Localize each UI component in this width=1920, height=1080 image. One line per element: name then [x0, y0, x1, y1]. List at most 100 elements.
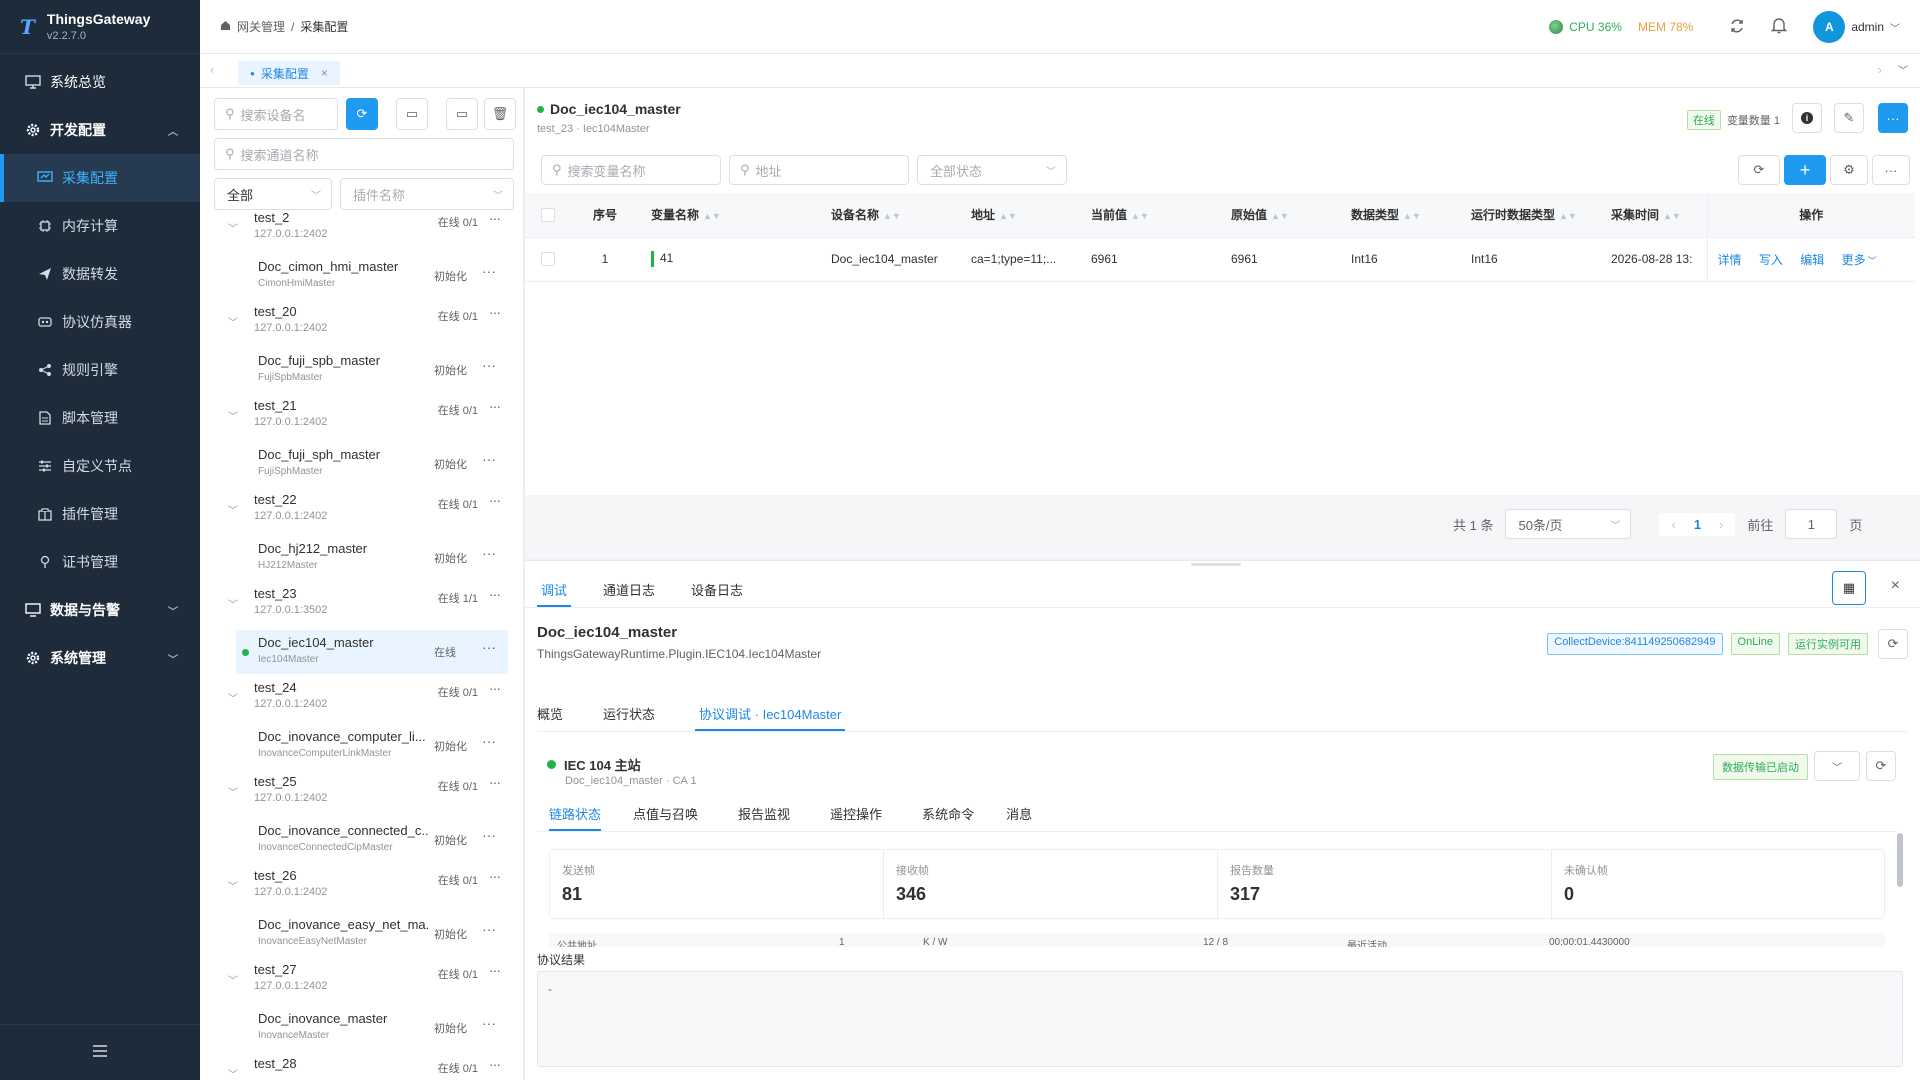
sidebar-item-plugin-manage[interactable]: 插件管理 [0, 490, 200, 538]
chevron-down-icon[interactable]: ﹀ [228, 784, 238, 799]
device-item[interactable]: Doc_cimon_hmi_master CimonHmiMaster 初始化 ··· [236, 254, 508, 298]
more-icon[interactable]: ··· [489, 398, 501, 414]
chevron-down-icon[interactable]: ﹀ [228, 596, 238, 611]
tab-channel-log[interactable]: 通道日志 [583, 571, 675, 607]
close-icon[interactable]: × [321, 66, 328, 80]
column-header[interactable]: 运行时数据类型 ▲▼ [1461, 193, 1601, 238]
edit-button[interactable]: ✎ [1834, 103, 1864, 133]
tab-link-status[interactable]: 链路状态 [537, 795, 613, 831]
sidebar-item-script-manage[interactable]: 脚本管理 [0, 394, 200, 442]
dropdown-button[interactable]: ﹀ [1814, 751, 1860, 781]
sidebar-item-protocol-simulator[interactable]: 协议仿真器 [0, 298, 200, 346]
address-input[interactable]: ⚲ 地址 [729, 155, 909, 185]
search-variable-input[interactable]: ⚲ 搜索变量名称 [541, 155, 721, 185]
tab-report-monitor[interactable]: 报告监视 [718, 795, 810, 831]
refresh-button[interactable]: ⟳ [346, 98, 378, 130]
add-variable-button[interactable]: + [1784, 155, 1826, 185]
app-logo[interactable]: T ThingsGateway v2.2.7.0 [0, 0, 200, 54]
channel-item[interactable]: ﹀ test_24 127.0.0.1:2402 在线 0/1 ··· [200, 678, 516, 724]
sidebar-group-system-manage[interactable]: 系统管理 ﹀ [0, 634, 200, 682]
channel-item[interactable]: ﹀ test_26 127.0.0.1:2402 在线 0/1 ··· [200, 866, 516, 912]
channel-item[interactable]: ﹀ test_25 127.0.0.1:2402 在线 0/1 ··· [200, 772, 516, 818]
column-header[interactable]: 采集时间 ▲▼ [1601, 193, 1707, 238]
more-icon[interactable]: ··· [482, 451, 496, 467]
refresh-button[interactable]: ⟳ [1738, 155, 1780, 185]
channel-item[interactable]: ﹀ test_2 127.0.0.1:2402 在线 0/1 ··· [200, 208, 516, 254]
tab-points[interactable]: 点值与召唤 [613, 795, 718, 831]
more-icon[interactable]: ··· [482, 1015, 496, 1031]
sidebar-group-dev-config[interactable]: 开发配置 ︿ [0, 106, 200, 154]
import-button[interactable]: ▭ [396, 98, 428, 130]
sidebar-group-data-alarm[interactable]: 数据与告警 ﹀ [0, 586, 200, 634]
sidebar-item-custom-node[interactable]: 自定义节点 [0, 442, 200, 490]
more-link[interactable]: 更多 [1842, 253, 1866, 267]
more-icon[interactable]: ··· [489, 586, 501, 602]
chevron-down-icon[interactable]: ﹀ [228, 972, 238, 987]
tab-collect-config[interactable]: ● 采集配置 × [238, 61, 340, 85]
device-item[interactable]: Doc_fuji_sph_master FujiSphMaster 初始化 ··· [236, 442, 508, 486]
chevron-down-icon[interactable]: ﹀ [228, 408, 238, 423]
goto-page-input[interactable]: 1 [1785, 509, 1838, 539]
plugin-filter-select[interactable]: 插件名称 ﹀ [340, 178, 514, 210]
more-icon[interactable]: ··· [489, 492, 501, 508]
device-item[interactable]: Doc_iec104_master Iec104Master 在线 ··· [236, 630, 508, 674]
channel-item[interactable]: ﹀ test_27 127.0.0.1:2402 在线 0/1 ··· [200, 960, 516, 1006]
page-number[interactable]: 1 [1694, 517, 1701, 532]
device-item[interactable]: Doc_inovance_master InovanceMaster 初始化 ··· [236, 1006, 508, 1050]
chevron-down-icon[interactable]: ﹀ [1898, 62, 1908, 77]
more-icon[interactable]: ··· [489, 1056, 501, 1072]
more-icon[interactable]: ··· [489, 304, 501, 320]
device-item[interactable]: Doc_fuji_spb_master FujiSpbMaster 初始化 ··· [236, 348, 508, 392]
channel-item[interactable]: ﹀ test_20 127.0.0.1:2402 在线 0/1 ··· [200, 302, 516, 348]
close-icon[interactable]: × [1891, 577, 1900, 595]
chevron-down-icon[interactable]: ﹀ [228, 502, 238, 517]
chevron-right-icon[interactable]: › [1878, 62, 1882, 77]
page-size-select[interactable]: 50条/页 ﹀ [1505, 509, 1632, 539]
layout-toggle-button[interactable]: ▦ [1832, 571, 1866, 605]
collapse-sidebar-button[interactable] [0, 1024, 200, 1080]
more-icon[interactable]: ··· [489, 962, 501, 978]
table-row[interactable]: 1 41 Doc_iec104_master ca=1;type=11;... … [525, 237, 1915, 282]
channel-item[interactable]: ﹀ test_21 127.0.0.1:2402 在线 0/1 ··· [200, 396, 516, 442]
chevron-down-icon[interactable]: ﹀ [228, 690, 238, 705]
scrollbar[interactable] [1897, 833, 1903, 887]
tab-remote-control[interactable]: 遥控操作 [810, 795, 902, 831]
more-icon[interactable]: ··· [489, 210, 501, 226]
column-header[interactable]: 序号 [569, 193, 641, 238]
more-icon[interactable]: ··· [482, 639, 496, 655]
sidebar-item-data-forward[interactable]: 数据转发 [0, 250, 200, 298]
delete-button[interactable]: 🗑 [484, 98, 516, 130]
sidebar-item-memory-compute[interactable]: 内存计算 [0, 202, 200, 250]
prev-page-button[interactable]: ‹ [1671, 517, 1675, 532]
next-page-button[interactable]: › [1719, 517, 1723, 532]
column-header[interactable]: 变量名称 ▲▼ [641, 193, 821, 238]
select-all-checkbox[interactable] [525, 193, 569, 238]
column-header[interactable]: 地址 ▲▼ [961, 193, 1081, 238]
device-item[interactable]: Doc_hj212_master HJ212Master 初始化 ··· [236, 536, 508, 580]
sidebar-item-overview[interactable]: 系统总览 [0, 58, 200, 106]
refresh-button[interactable]: ⟳ [1878, 629, 1908, 659]
tab-system-command[interactable]: 系统命令 [902, 795, 994, 831]
resize-handle[interactable] [1191, 563, 1241, 566]
column-header[interactable]: 数据类型 ▲▼ [1341, 193, 1461, 238]
search-device-input[interactable]: ⚲ 搜索设备名 [214, 98, 338, 130]
refresh-icon[interactable] [1729, 18, 1745, 37]
detail-link[interactable]: 详情 [1718, 253, 1742, 267]
tab-overview[interactable]: 概览 [525, 695, 575, 731]
device-item[interactable]: Doc_inovance_easy_net_ma... InovanceEasyN… [236, 912, 508, 956]
tab-device-log[interactable]: 设备日志 [675, 571, 759, 607]
info-button[interactable]: i [1792, 103, 1822, 133]
channel-item[interactable]: ﹀ test_22 127.0.0.1:2402 在线 0/1 ··· [200, 490, 516, 536]
column-header[interactable]: 设备名称 ▲▼ [821, 193, 961, 238]
row-checkbox[interactable] [525, 237, 569, 282]
monitor-button[interactable]: ▭ [446, 98, 478, 130]
more-icon[interactable]: ··· [489, 774, 501, 790]
status-filter-select[interactable]: 全部 ﹀ [214, 178, 332, 210]
settings-button[interactable]: ⚙ [1830, 155, 1868, 185]
channel-item[interactable]: ﹀ test_28 在线 0/1 ··· [200, 1054, 516, 1080]
refresh-button[interactable]: ⟳ [1866, 751, 1896, 781]
edit-link[interactable]: 编辑 [1800, 253, 1824, 267]
more-icon[interactable]: ··· [489, 680, 501, 696]
device-item[interactable]: Doc_inovance_computer_li... InovanceCompu… [236, 724, 508, 768]
more-button[interactable]: ··· [1872, 155, 1910, 185]
